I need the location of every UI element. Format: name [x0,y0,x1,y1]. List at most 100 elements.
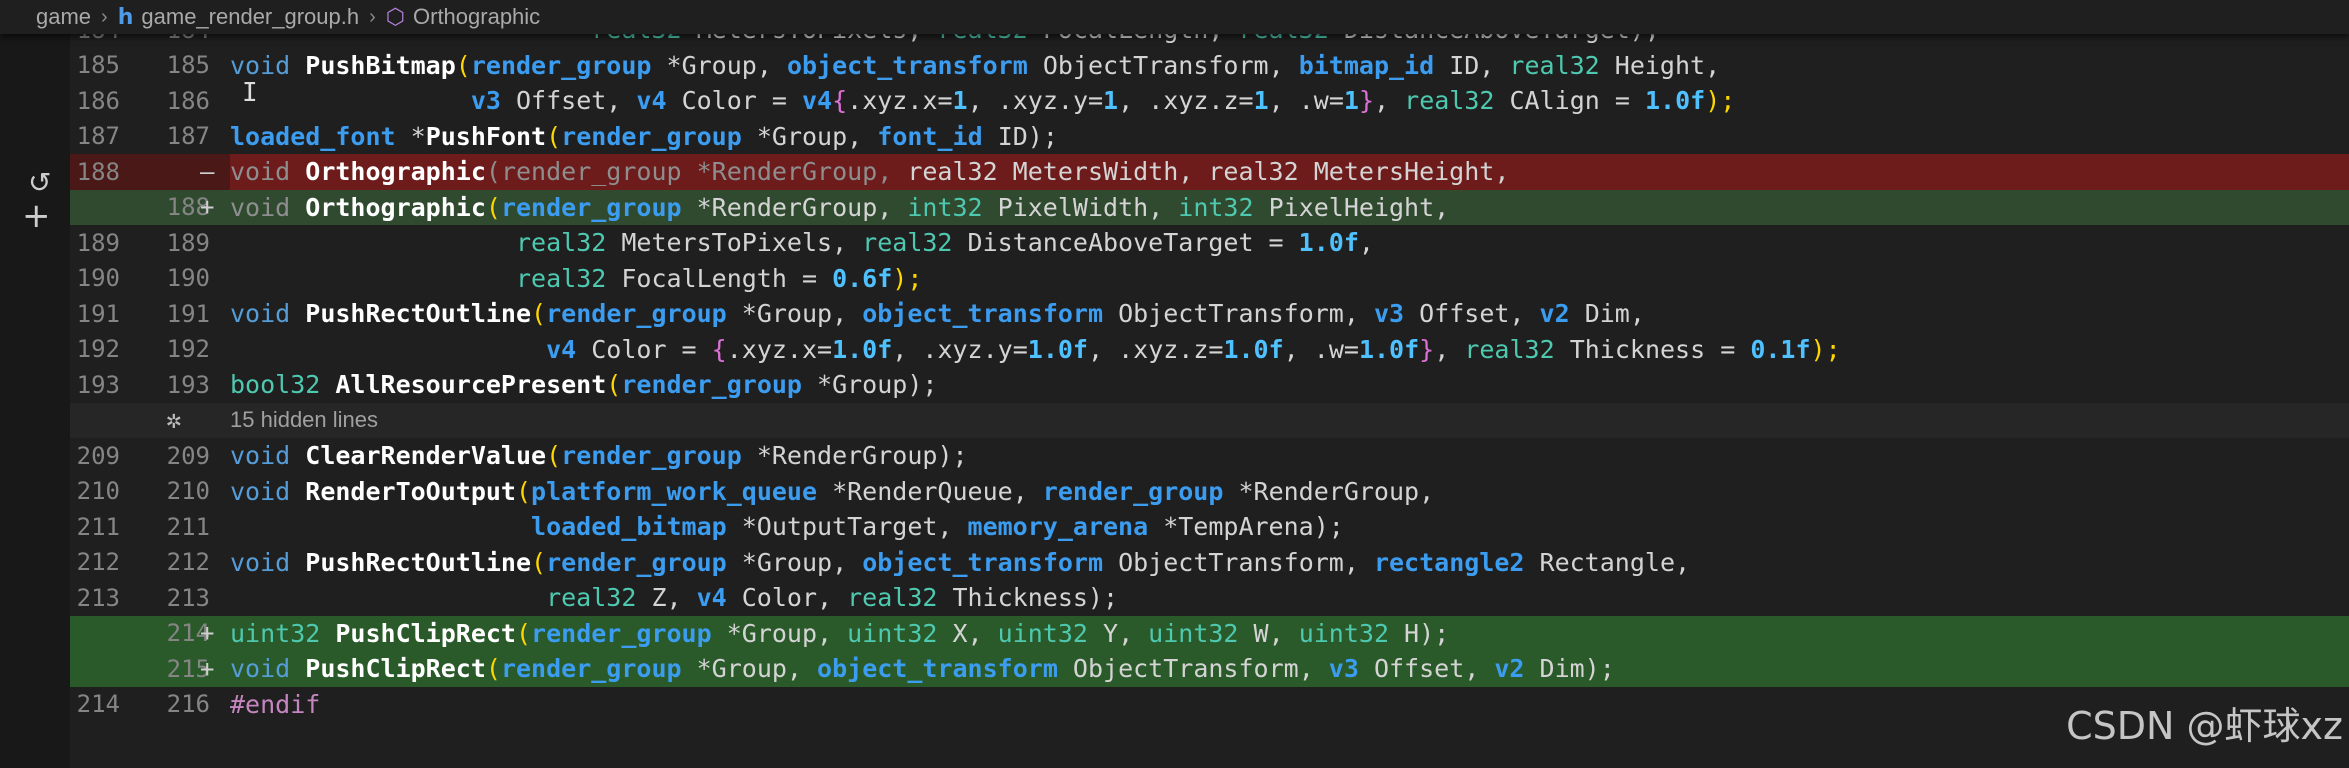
code-token: 0.1f [1750,334,1811,364]
hidden-lines-row[interactable]: ✲ 15 hidden lines [70,402,2349,438]
code-token: font_id [877,121,998,151]
code-token: object_transform [862,547,1119,577]
code-token: , [1358,228,1374,258]
add-comment-icon[interactable]: + [22,196,51,236]
code-token: void [230,476,306,506]
modified-line-number: 210 [166,477,210,506]
code-text[interactable]: void Orthographic(render_group *RenderGr… [230,157,1509,186]
hidden-lines-label[interactable]: 15 hidden lines [230,407,378,433]
code-token: memory_arena [967,512,1164,542]
code-line[interactable]: 193 193 bool32 AllResourcePresent(render_g… [70,367,2349,403]
breadcrumb-item-folder[interactable]: game [36,4,91,30]
revert-change-icon[interactable]: ↺ [28,166,51,199]
code-token: 1.0f [1298,228,1359,258]
diff-added-line[interactable]: 215 + void PushClipRect(render_group *Grou… [70,651,2349,687]
symbol-method-icon: ⬡ [385,4,405,29]
code-token: PushFont [425,121,547,151]
code-text[interactable]: void PushRectOutline(render_group *Group… [230,548,1690,577]
code-text[interactable]: v3 Offset, v4 Color = v4{.xyz.x=1, .xyz.… [230,86,1735,115]
modified-line-number: 187 [166,122,210,151]
breadcrumb-item-symbol[interactable]: Orthographic [413,4,540,30]
code-token: PixelWidth, [997,192,1179,222]
code-token: Height, [1614,50,1721,80]
code-token: CAlign = [1509,86,1645,116]
code-text[interactable]: real32 Z, v4 Color, real32 Thickness); [230,583,1118,612]
code-token: Dim); [1539,654,1615,684]
code-token: ); [1810,334,1841,364]
code-token: render_group [561,121,757,151]
code-token: ( [515,476,532,506]
code-token: uint32 [1148,618,1254,648]
code-token: ); [892,263,923,293]
code-text[interactable]: void RenderToOutput(platform_work_queue … [230,477,1434,506]
original-line-number: 193 [76,370,120,399]
code-token: Dim, [1584,299,1645,329]
code-text[interactable]: real32 FocalLength = 0.6f); [230,264,922,293]
diff-marker: + [200,619,215,648]
code-token: ID, [1449,50,1510,80]
code-token: MetersToPixels, [621,228,863,258]
code-token: ( [546,441,562,471]
breadcrumb-item-file[interactable]: game_render_group.h [141,4,359,30]
text-cursor-icon: I [242,78,258,108]
diff-removed-line[interactable]: 188 — void Orthographic(render_group *Rend… [70,154,2349,190]
code-line[interactable]: 192 192 v4 Color = {.xyz.x=1.0f, .xyz.y=1… [70,332,2349,368]
code-token: void [230,441,306,471]
code-text[interactable]: bool32 AllResourcePresent(render_group *… [230,370,937,399]
code-token: render_group [546,299,742,329]
code-token: v2 [1539,299,1585,329]
code-token: PushRectOutline [305,299,532,329]
code-line[interactable]: 186 186 v3 Offset, v4 Color = v4{.xyz.x=1… [70,83,2349,119]
unfold-icon[interactable]: ✲ [166,405,182,435]
code-token: Thickness); [952,583,1119,613]
code-text[interactable]: void PushClipRect(render_group *Group, o… [230,654,1615,683]
code-token: Offset, [1419,299,1540,329]
code-text[interactable]: #endif [230,690,320,719]
code-line[interactable]: 190 190 real32 FocalLength = 0.6f); [70,261,2349,297]
code-text[interactable]: loaded_bitmap *OutputTarget, memory_aren… [230,512,1344,541]
code-text[interactable]: real32 MetersToPixels, real32 DistanceAb… [230,228,1374,257]
code-text[interactable]: void Orthographic(render_group *RenderGr… [230,193,1449,222]
code-line[interactable]: 212 212 void PushRectOutline(render_group … [70,545,2349,581]
code-line[interactable]: 191 191 void PushRectOutline(render_group … [70,296,2349,332]
diff-marker: + [200,654,215,683]
code-text[interactable]: void PushRectOutline(render_group *Group… [230,299,1645,328]
code-token: 1 [1343,86,1359,116]
code-token: 1 [952,86,968,116]
code-token: #endif [230,689,321,719]
code-token: ( [485,192,501,222]
code-text[interactable]: void PushBitmap(render_group *Group, obj… [230,51,1720,80]
code-line[interactable]: 209 209 void ClearRenderValue(render_group… [70,438,2349,474]
code-line[interactable]: 185 185 void PushBitmap(render_group *Grou… [70,48,2349,84]
diff-added-line[interactable]: 214 + uint32 PushClipRect(render_group *Gr… [70,615,2349,651]
code-text[interactable]: uint32 PushClipRect(render_group *Group,… [230,619,1449,648]
code-line[interactable]: 210 210 void RenderToOutput(platform_work_… [70,474,2349,510]
code-token: *TempArena); [1163,512,1344,542]
original-line-number: 209 [76,441,120,470]
code-token: real32 [1464,334,1570,364]
code-token: loaded_bitmap [531,512,742,542]
code-token: Orthographic [305,157,486,187]
diff-editor[interactable]: 184184 real32 MetersToPixels, real32 Foc… [0,0,2349,768]
code-token: real32 [515,263,622,293]
code-line[interactable]: 189 189 real32 MetersToPixels, real32 Dis… [70,225,2349,261]
diff-marker: — [200,157,215,186]
modified-line-number: 185 [166,51,210,80]
code-line[interactable]: 211 211 loaded_bitmap *OutputTarget, memo… [70,509,2349,545]
code-line[interactable]: 214 216 #endif [70,687,2349,723]
modified-line-number: 193 [166,370,210,399]
code-line[interactable]: 187 187 loaded_font *PushFont(render_group… [70,119,2349,155]
code-token: X, [952,618,998,648]
original-line-number: 187 [76,122,120,151]
code-token: Thickness = [1569,334,1751,364]
diff-added-line[interactable]: 188 + void Orthographic(render_group *Rend… [70,189,2349,225]
code-text[interactable]: loaded_font *PushFont(render_group *Grou… [230,122,1058,151]
modified-line-number: 213 [166,583,210,612]
chevron-right-icon: › [369,5,376,28]
code-token: 1.0f [1644,86,1706,116]
code-text[interactable]: v4 Color = {.xyz.x=1.0f, .xyz.y=1.0f, .x… [230,335,1841,364]
code-text[interactable]: void ClearRenderValue(render_group *Rend… [230,441,968,470]
code-line[interactable]: 213 213 real32 Z, v4 Color, real32 Thickn… [70,580,2349,616]
